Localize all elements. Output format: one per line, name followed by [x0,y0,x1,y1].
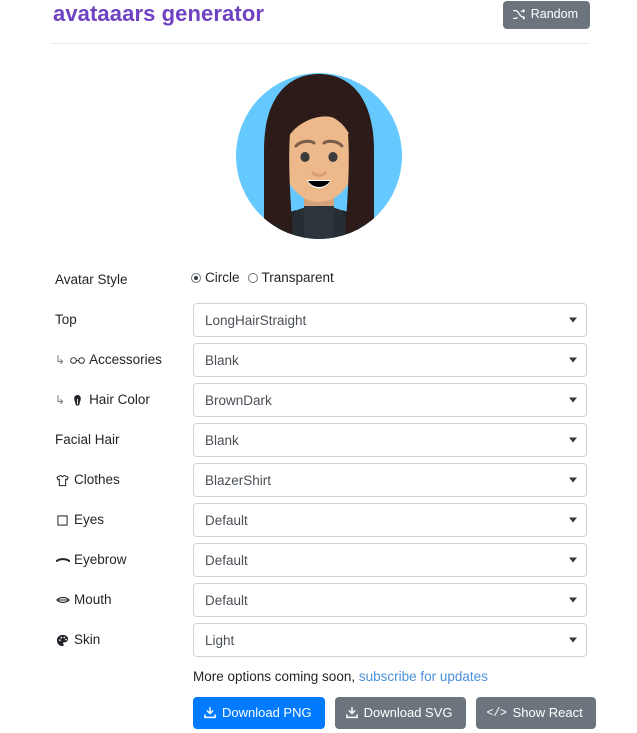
label-avatar-style-text: Avatar Style [55,272,128,287]
label-eyebrow-text: Eyebrow [74,552,127,567]
select-hair-color[interactable]: BrownDark [193,383,587,417]
action-button-row: Download PNG Download SVG </> Show React [193,697,596,729]
select-eyebrow[interactable]: Default [193,543,587,577]
select-facial-hair-value: Blank [205,432,239,448]
label-facial-hair-text: Facial Hair [55,432,120,447]
download-svg-button[interactable]: Download SVG [334,697,466,729]
hair-color-icon [70,393,85,407]
label-clothes-text: Clothes [74,472,120,487]
avatar-options-form: Avatar Style Circle Transparent Top Long… [0,263,637,663]
radio-circle-dot[interactable] [191,272,201,283]
select-mouth-value: Default [205,592,248,608]
chevron-down-icon [569,517,577,523]
chevron-down-icon [569,317,577,323]
label-accessories: ↳ Accessories [55,352,162,368]
radio-transparent-label: Transparent [261,270,334,285]
chevron-down-icon [569,357,577,363]
label-clothes: Clothes [55,472,120,488]
chevron-down-icon [569,557,577,563]
label-hair-color-text: Hair Color [89,392,150,407]
chevron-down-icon [569,597,577,603]
header-divider [50,43,590,44]
row-facial-hair: Facial Hair Blank [0,423,637,463]
select-eyebrow-value: Default [205,552,248,568]
label-eyes-text: Eyes [74,512,105,527]
avataaars-generator-page: avataaars generator Random Avatar Style … [0,0,637,733]
select-accessories[interactable]: Blank [193,343,587,377]
download-icon [204,706,216,719]
row-top: Top LongHairStraight [0,303,637,343]
label-mouth: Mouth [55,592,112,608]
radio-transparent[interactable]: Transparent [247,270,334,285]
chevron-down-icon [569,637,577,643]
shuffle-icon [512,8,526,20]
select-top[interactable]: LongHairStraight [193,303,587,337]
tshirt-icon [55,473,70,487]
show-react-label: Show React [512,705,583,720]
random-button[interactable]: Random [502,1,590,29]
avatar-preview [0,58,637,248]
indent-arrow-icon: ↳ [55,353,66,367]
eye-icon [55,513,70,527]
label-skin-text: Skin [74,632,101,647]
avatar-image [235,73,402,239]
select-skin[interactable]: Light [193,623,587,657]
radio-circle-label: Circle [205,270,240,285]
palette-icon [55,633,70,647]
eyebrow-icon [55,553,70,567]
select-top-value: LongHairStraight [205,312,307,328]
page-header: avataaars generator Random [0,0,637,45]
download-png-button[interactable]: Download PNG [193,697,325,729]
row-eyebrow: Eyebrow Default [0,543,637,583]
select-hair-color-value: BrownDark [205,392,272,408]
label-top-text: Top [55,312,77,327]
chevron-down-icon [569,477,577,483]
footer-note: More options coming soon, subscribe for … [193,669,488,684]
select-facial-hair[interactable]: Blank [193,423,587,457]
row-accessories: ↳ Accessories Blank [0,343,637,383]
label-accessories-text: Accessories [89,352,162,367]
label-facial-hair: Facial Hair [55,432,120,448]
label-eyes: Eyes [55,512,104,528]
glasses-icon [70,353,85,367]
select-clothes-value: BlazerShirt [205,472,272,488]
radio-transparent-dot[interactable] [247,272,258,283]
select-clothes[interactable]: BlazerShirt [193,463,587,497]
label-top: Top [55,312,77,328]
row-clothes: Clothes BlazerShirt [0,463,637,503]
download-svg-label: Download SVG [363,705,453,720]
mouth-icon [55,593,70,607]
label-eyebrow: Eyebrow [55,552,127,568]
random-button-label: Random [530,7,578,21]
download-png-label: Download PNG [222,705,312,720]
chevron-down-icon [569,397,577,403]
label-mouth-text: Mouth [74,592,112,607]
row-hair-color: ↳ Hair Color BrownDark [0,383,637,423]
label-hair-color: ↳ Hair Color [55,392,150,408]
label-avatar-style: Avatar Style [55,272,128,288]
avatar-style-radio-group: Circle Transparent [191,270,334,285]
row-skin: Skin Light [0,623,637,663]
page-title: avataaars generator [53,1,265,26]
footer-note-text: More options coming soon, [193,669,359,684]
select-mouth[interactable]: Default [193,583,587,617]
select-skin-value: Light [205,632,235,648]
code-icon: </> [486,705,508,720]
row-mouth: Mouth Default [0,583,637,623]
show-react-button[interactable]: </> Show React [475,697,596,729]
indent-arrow-icon: ↳ [55,393,66,407]
select-eyes-value: Default [205,512,248,528]
select-eyes[interactable]: Default [193,503,587,537]
select-accessories-value: Blank [205,352,239,368]
download-icon [345,706,358,719]
chevron-down-icon [569,437,577,443]
radio-circle[interactable]: Circle [191,270,240,285]
label-skin: Skin [55,632,100,648]
subscribe-link[interactable]: subscribe for updates [359,669,488,684]
row-eyes: Eyes Default [0,503,637,543]
row-avatar-style: Avatar Style Circle Transparent [0,263,637,303]
